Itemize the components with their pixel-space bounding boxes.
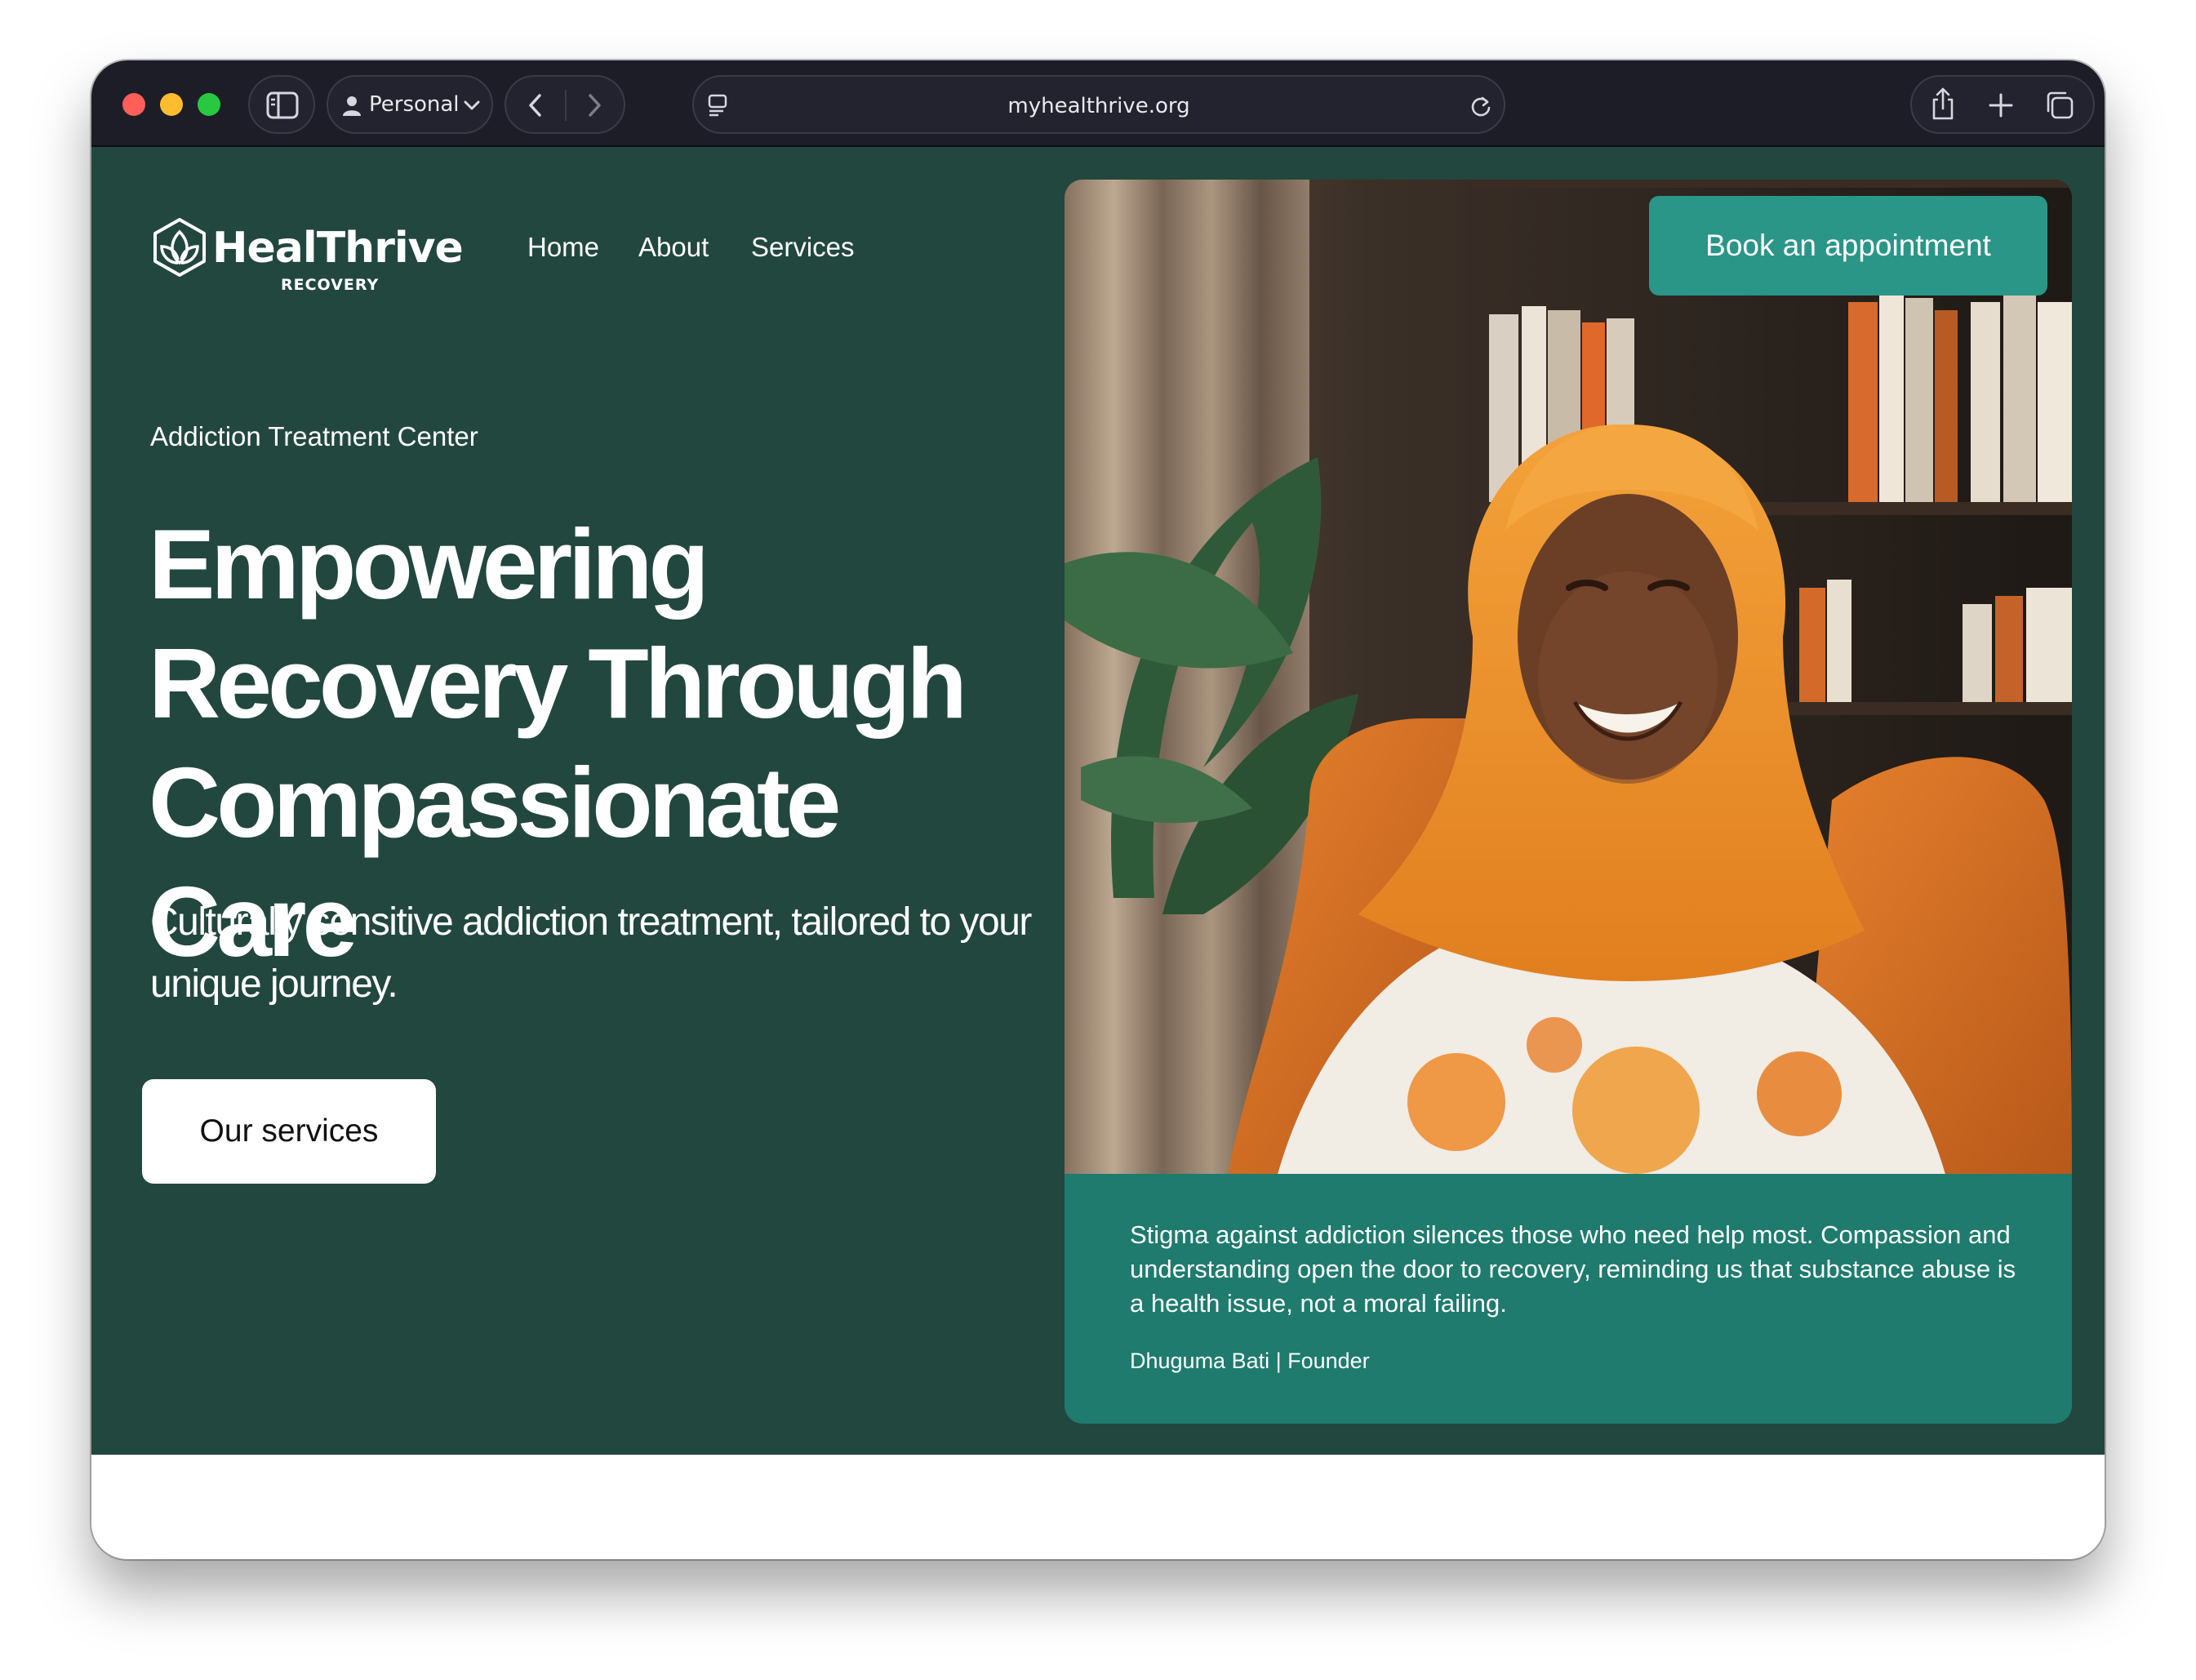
quote-text: Stigma against addiction silences those … bbox=[1130, 1220, 2016, 1318]
browser-window: Personal myhealthrive.org HealThrive REC… bbox=[91, 60, 2105, 1559]
forward-arrow-icon[interactable] bbox=[585, 93, 604, 118]
sidebar-toggle-button[interactable] bbox=[248, 75, 315, 134]
close-window-button[interactable] bbox=[122, 93, 145, 116]
portrait-illustration bbox=[1065, 180, 2072, 1177]
minimize-window-button[interactable] bbox=[160, 93, 183, 116]
new-tab-plus-icon[interactable] bbox=[1987, 91, 2015, 119]
profile-label: Personal bbox=[369, 92, 460, 117]
headline-line: Recovery Through bbox=[149, 628, 967, 739]
url-text: myhealthrive.org bbox=[1007, 94, 1190, 118]
nav-link-home[interactable]: Home bbox=[527, 232, 599, 263]
zoom-window-button[interactable] bbox=[198, 93, 220, 116]
reload-icon[interactable] bbox=[1469, 95, 1492, 118]
hero-eyebrow: Addiction Treatment Center bbox=[150, 421, 478, 451]
back-arrow-icon[interactable] bbox=[526, 93, 545, 118]
profile-switcher[interactable]: Personal bbox=[327, 75, 493, 134]
nav-divider bbox=[565, 90, 567, 121]
book-appointment-button[interactable]: Book an appointment bbox=[1649, 196, 2047, 296]
address-bar[interactable]: myhealthrive.org bbox=[692, 75, 1505, 134]
window-actions bbox=[1910, 75, 2095, 134]
logo-tagline: RECOVERY bbox=[281, 276, 380, 294]
hero-subheading: Culturally sensitive addiction treatment… bbox=[150, 900, 1032, 1006]
hero-section: HealThrive RECOVERY Home About Services … bbox=[91, 147, 2105, 1455]
below-fold-area bbox=[91, 1455, 2105, 1559]
share-icon[interactable] bbox=[1930, 87, 1956, 121]
history-navigation bbox=[505, 75, 625, 134]
logo-wordmark: HealThrive bbox=[212, 224, 464, 273]
headline-line: Empowering bbox=[149, 509, 709, 620]
browser-toolbar: Personal myhealthrive.org bbox=[91, 60, 2105, 147]
sidebar-toggle-icon bbox=[266, 91, 299, 119]
tabs-overview-icon[interactable] bbox=[2044, 90, 2075, 121]
founder-quote-card: Stigma against addiction silences those … bbox=[1065, 1174, 2072, 1424]
person-icon bbox=[343, 96, 361, 116]
our-services-button[interactable]: Our services bbox=[142, 1079, 436, 1184]
nav-link-about[interactable]: About bbox=[638, 232, 709, 263]
site-logo[interactable]: HealThrive RECOVERY bbox=[150, 214, 464, 296]
hero-photo bbox=[1065, 180, 2072, 1177]
leaf-outline-icon bbox=[153, 218, 206, 277]
quote-author: Dhuguma Bati | Founder bbox=[1130, 1349, 1370, 1373]
nav-link-services[interactable]: Services bbox=[751, 232, 855, 263]
chevron-down-icon bbox=[464, 100, 480, 110]
